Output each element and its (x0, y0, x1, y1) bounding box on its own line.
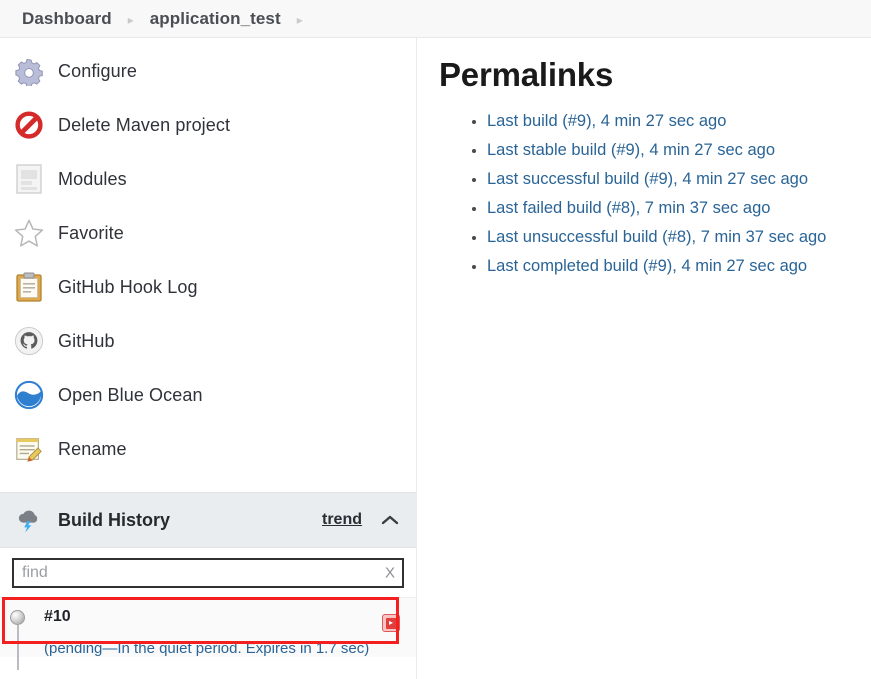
list-item: Last successful build (#9), 4 min 27 sec… (487, 166, 871, 192)
build-status-text: (pending—In the quiet period. Expires in… (44, 640, 370, 657)
build-timeline-stem (17, 625, 19, 670)
console-output-glyph: ▸ (385, 617, 397, 629)
sidebar-item-label: Favorite (58, 222, 124, 243)
cloud-lightning-icon (12, 503, 46, 537)
list-item: Last completed build (#9), 4 min 27 sec … (487, 253, 871, 279)
page-body: Configure Delete Maven project Modules F… (0, 38, 871, 679)
permalink-last-unsuccessful-build[interactable]: Last unsuccessful build (#8), 7 min 37 s… (487, 228, 826, 246)
sidebar-item-delete-maven-project[interactable]: Delete Maven project (0, 98, 416, 152)
build-history-row[interactable]: #10 (pending—In the quiet period. Expire… (0, 597, 416, 670)
main-content: Permalinks Last build (#9), 4 min 27 sec… (417, 38, 871, 679)
build-row-content: #10 (pending—In the quiet period. Expire… (44, 607, 416, 657)
document-page-icon (12, 162, 46, 196)
sidebar-item-configure[interactable]: Configure (0, 44, 416, 98)
sidebar-item-label: GitHub Hook Log (58, 276, 198, 297)
list-item: Last stable build (#9), 4 min 27 sec ago (487, 137, 871, 163)
list-item: Last unsuccessful build (#8), 7 min 37 s… (487, 224, 871, 250)
close-x-icon[interactable]: X (385, 566, 395, 581)
github-icon (12, 324, 46, 358)
build-history-list: #10 (pending—In the quiet period. Expire… (0, 597, 416, 670)
sidebar-item-favorite[interactable]: Favorite (0, 206, 416, 260)
permalink-last-build[interactable]: Last build (#9), 4 min 27 sec ago (487, 112, 726, 130)
breadcrumb: Dashboard ▸ application_test ▸ (0, 0, 871, 38)
build-history-header: Build History trend (0, 492, 416, 548)
blue-ocean-icon (12, 378, 46, 412)
sidebar-item-open-blue-ocean[interactable]: Open Blue Ocean (0, 368, 416, 422)
sidebar-item-github[interactable]: GitHub (0, 314, 416, 368)
sidebar-item-modules[interactable]: Modules (0, 152, 416, 206)
page-title: Permalinks (439, 56, 614, 93)
delete-forbidden-icon (12, 108, 46, 142)
permalink-last-completed-build[interactable]: Last completed build (#9), 4 min 27 sec … (487, 257, 807, 275)
sidebar-item-label: Rename (58, 438, 127, 459)
breadcrumb-item-application-test[interactable]: application_test (150, 9, 281, 29)
clipboard-icon (12, 270, 46, 304)
permalinks-list: Last build (#9), 4 min 27 sec ago Last s… (439, 108, 871, 279)
permalink-last-stable-build[interactable]: Last stable build (#9), 4 min 27 sec ago (487, 141, 775, 159)
build-history-trend-link[interactable]: trend (322, 511, 362, 529)
permalink-last-failed-build[interactable]: Last failed build (#8), 7 min 37 sec ago (487, 199, 770, 217)
sidebar-item-label: Modules (58, 168, 127, 189)
permalink-last-successful-build[interactable]: Last successful build (#9), 4 min 27 sec… (487, 170, 808, 188)
star-icon (12, 216, 46, 250)
sidebar-item-label: Open Blue Ocean (58, 384, 203, 405)
breadcrumb-separator-icon: ▸ (127, 12, 134, 27)
sidebar-item-rename[interactable]: Rename (0, 422, 416, 476)
rename-pencil-icon (12, 432, 46, 466)
list-item: Last build (#9), 4 min 27 sec ago (487, 108, 871, 134)
chevron-up-icon[interactable] (380, 510, 400, 530)
build-history-title: Build History (58, 509, 171, 530)
breadcrumb-separator-icon: ▸ (296, 12, 303, 27)
build-number[interactable]: #10 (44, 607, 416, 627)
pending-grey-ball-icon (10, 610, 25, 625)
sidebar-task-list: Configure Delete Maven project Modules F… (0, 38, 416, 476)
sidebar: Configure Delete Maven project Modules F… (0, 38, 417, 679)
sidebar-item-label: Delete Maven project (58, 114, 231, 135)
breadcrumb-item-dashboard[interactable]: Dashboard (22, 9, 112, 29)
search-field-wrapper[interactable]: X (12, 558, 404, 588)
build-status-column (10, 610, 32, 670)
list-item: Last failed build (#8), 7 min 37 sec ago (487, 195, 871, 221)
build-history-search-row: X (0, 548, 416, 597)
build-history-search-input[interactable] (14, 560, 402, 586)
gear-icon (12, 54, 46, 88)
sidebar-item-github-hook-log[interactable]: GitHub Hook Log (0, 260, 416, 314)
sidebar-item-label: Configure (58, 60, 137, 81)
sidebar-item-label: GitHub (58, 330, 115, 351)
console-output-icon[interactable]: ▸ (382, 614, 400, 632)
